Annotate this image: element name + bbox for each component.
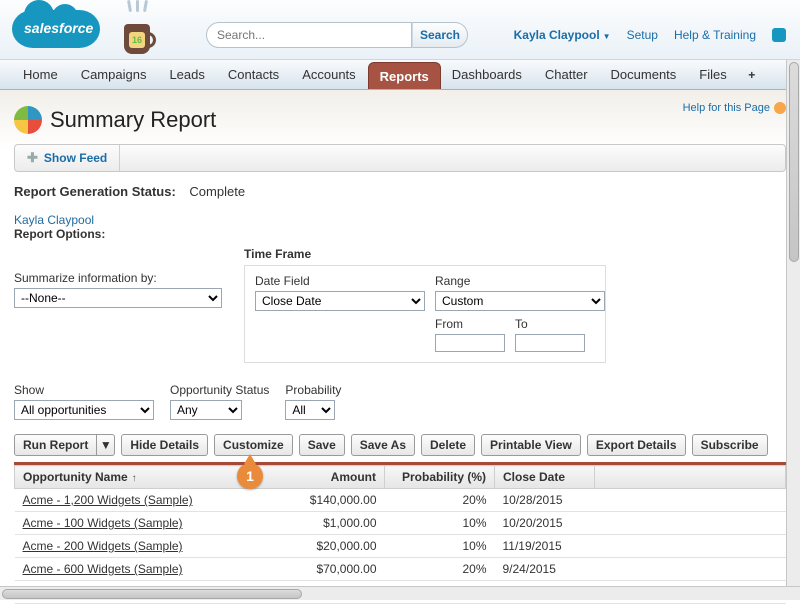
timeframe-title: Time Frame	[244, 247, 606, 261]
report-options-label: Report Options:	[14, 227, 786, 241]
horizontal-scrollbar[interactable]	[0, 586, 800, 600]
cell-amount: $140,000.00	[255, 489, 385, 512]
feed-bar: ✚ Show Feed	[14, 144, 786, 172]
salesforce-logo[interactable]: salesforce	[10, 6, 110, 52]
hide-details-button[interactable]: Hide Details	[121, 434, 208, 456]
opp-status-label: Opportunity Status	[170, 383, 269, 397]
tab-campaigns[interactable]: Campaigns	[70, 60, 159, 89]
show-feed-button[interactable]: ✚ Show Feed	[15, 145, 120, 171]
cell-close-date: 10/20/2015	[495, 512, 595, 535]
cell-probability: 10%	[385, 512, 495, 535]
tab-files[interactable]: Files	[688, 60, 738, 89]
save-as-button[interactable]: Save As	[351, 434, 415, 456]
range-label: Range	[435, 274, 605, 288]
show-label: Show	[14, 383, 154, 397]
mug-icon: 16	[118, 2, 158, 58]
run-report-menu[interactable]: ▼	[97, 434, 115, 456]
cell-close-date: 9/24/2015	[495, 558, 595, 581]
brand-text: salesforce	[24, 20, 93, 36]
setup-link[interactable]: Setup	[627, 28, 658, 42]
tab-contacts[interactable]: Contacts	[217, 60, 291, 89]
help-training-link[interactable]: Help & Training	[674, 28, 756, 42]
col-probability[interactable]: Probability (%)	[385, 466, 495, 489]
mug-badge: 16	[129, 32, 145, 48]
report-table: Opportunity Name↑ Amount Probability (%)…	[14, 465, 786, 604]
page-title: Summary Report	[50, 107, 216, 133]
tab-home[interactable]: Home	[12, 60, 70, 89]
cell-amount: $20,000.00	[255, 535, 385, 558]
col-spacer	[595, 466, 786, 489]
tab-dashboards[interactable]: Dashboards	[441, 60, 534, 89]
probability-select[interactable]: All	[285, 400, 335, 420]
subscribe-button[interactable]: Subscribe	[692, 434, 768, 456]
report-icon	[14, 106, 42, 134]
run-report-button[interactable]: Run Report	[14, 434, 97, 456]
opp-status-select[interactable]: Any	[170, 400, 242, 420]
tab-leads[interactable]: Leads	[158, 60, 216, 89]
save-button[interactable]: Save	[299, 434, 345, 456]
owner-link[interactable]: Kayla Claypool	[14, 213, 94, 227]
to-label: To	[515, 317, 585, 331]
opportunity-link[interactable]: Acme - 1,200 Widgets (Sample)	[23, 493, 193, 507]
cell-probability: 10%	[385, 535, 495, 558]
delete-button[interactable]: Delete	[421, 434, 475, 456]
customize-button[interactable]: Customize	[214, 434, 293, 456]
tab-bar: HomeCampaignsLeadsContactsAccountsReport…	[0, 60, 800, 90]
tab-add[interactable]: +	[739, 60, 765, 89]
tab-accounts[interactable]: Accounts	[291, 60, 367, 89]
sort-asc-icon: ↑	[132, 473, 137, 484]
from-input[interactable]	[435, 334, 505, 352]
tab-reports[interactable]: Reports	[368, 62, 441, 89]
from-label: From	[435, 317, 505, 331]
show-select[interactable]: All opportunities	[14, 400, 154, 420]
vertical-scrollbar[interactable]	[786, 60, 800, 586]
range-select[interactable]: Custom	[435, 291, 605, 311]
timeframe-box: Date Field Close Date Range Custom From	[244, 265, 606, 363]
cell-close-date: 11/19/2015	[495, 535, 595, 558]
opportunity-link[interactable]: Acme - 200 Widgets (Sample)	[23, 539, 183, 553]
date-field-label: Date Field	[255, 274, 425, 288]
col-opportunity-name[interactable]: Opportunity Name↑	[15, 466, 255, 489]
printable-view-button[interactable]: Printable View	[481, 434, 581, 456]
report-status: Report Generation Status: Complete	[14, 184, 786, 199]
cell-probability: 20%	[385, 489, 495, 512]
scrollbar-thumb[interactable]	[2, 589, 302, 599]
cell-amount: $1,000.00	[255, 512, 385, 535]
table-row: Acme - 100 Widgets (Sample) $1,000.0010%1…	[15, 512, 786, 535]
opportunity-link[interactable]: Acme - 100 Widgets (Sample)	[23, 516, 183, 530]
search-button[interactable]: Search	[412, 22, 468, 48]
user-menu[interactable]: Kayla Claypool▼	[514, 28, 611, 42]
export-details-button[interactable]: Export Details	[587, 434, 686, 456]
probability-label: Probability	[285, 383, 341, 397]
cell-probability: 20%	[385, 558, 495, 581]
table-row: Acme - 1,200 Widgets (Sample) $140,000.00…	[15, 489, 786, 512]
search-input[interactable]	[206, 22, 412, 48]
opportunity-link[interactable]: Acme - 600 Widgets (Sample)	[23, 562, 183, 576]
table-row: Acme - 200 Widgets (Sample) $20,000.0010%…	[15, 535, 786, 558]
feed-plus-icon: ✚	[27, 150, 38, 166]
tab-chatter[interactable]: Chatter	[534, 60, 600, 89]
help-for-page-link[interactable]: Help for this Page	[683, 102, 786, 114]
to-input[interactable]	[515, 334, 585, 352]
avatar-icon[interactable]	[772, 28, 786, 42]
date-field-select[interactable]: Close Date	[255, 291, 425, 311]
help-icon	[774, 102, 786, 114]
cell-close-date: 10/28/2015	[495, 489, 595, 512]
col-amount[interactable]: Amount	[255, 466, 385, 489]
cell-amount: $70,000.00	[255, 558, 385, 581]
summarize-select[interactable]: --None--	[14, 288, 222, 308]
chevron-down-icon: ▼	[603, 32, 611, 41]
col-close-date[interactable]: Close Date	[495, 466, 595, 489]
summarize-label: Summarize information by:	[14, 271, 222, 285]
scrollbar-thumb[interactable]	[789, 62, 799, 262]
table-row: Acme - 600 Widgets (Sample) $70,000.0020%…	[15, 558, 786, 581]
tab-documents[interactable]: Documents	[600, 60, 689, 89]
